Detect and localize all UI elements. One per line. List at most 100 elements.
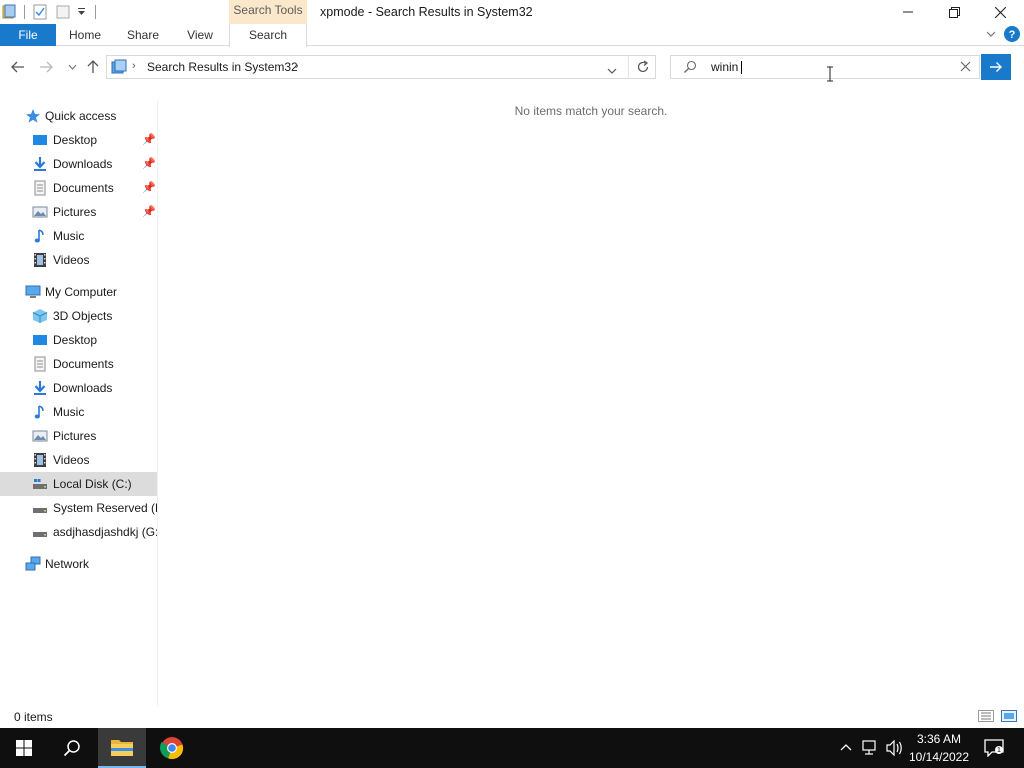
search-box[interactable]: winin [670, 55, 980, 79]
tab-view[interactable]: View [180, 24, 220, 46]
nav-qa-downloads[interactable]: Downloads 📌 [0, 152, 157, 176]
nav-quick-access[interactable]: Quick access [0, 104, 157, 128]
clock-time: 3:36 AM [916, 732, 962, 746]
pin-icon: 📌 [142, 182, 156, 194]
nav-pc-local-disk-c[interactable]: Local Disk (C:) [0, 472, 157, 496]
nav-item-label: Desktop [53, 333, 98, 347]
minimize-button[interactable] [885, 0, 931, 24]
nav-item-label: Documents [53, 181, 114, 195]
up-button[interactable] [83, 57, 103, 77]
svg-text:?: ? [1009, 29, 1016, 41]
show-hidden-icons-chevron-icon[interactable] [839, 741, 853, 755]
nav-qa-music[interactable]: Music [0, 224, 157, 248]
computer-icon [25, 284, 41, 300]
clear-search-icon[interactable] [960, 61, 971, 75]
details-view-icon[interactable] [978, 710, 994, 725]
nav-qa-videos[interactable]: Videos [0, 248, 157, 272]
properties-icon[interactable] [33, 3, 47, 21]
taskbar: 3:36 AM 10/14/2022 1 [0, 728, 1024, 768]
3d-objects-icon [32, 308, 48, 324]
start-button[interactable] [0, 728, 48, 768]
address-bar[interactable]: › Search Results in System32 › [106, 55, 656, 79]
downloads-icon [32, 156, 48, 172]
nav-qa-documents[interactable]: Documents 📌 [0, 176, 157, 200]
search-input[interactable]: winin [711, 56, 738, 79]
nav-my-computer[interactable]: My Computer [0, 280, 157, 304]
search-icon [683, 60, 697, 77]
nav-my-computer-label: My Computer [45, 285, 118, 299]
expand-ribbon-icon[interactable] [985, 28, 997, 43]
forward-button[interactable] [36, 57, 56, 77]
nav-pc-system-reserved[interactable]: System Reserved (E: [0, 496, 157, 520]
nav-pc-music[interactable]: Music [0, 400, 157, 424]
taskbar-file-explorer[interactable] [98, 728, 146, 768]
taskbar-clock[interactable]: 3:36 AM 10/14/2022 [904, 730, 974, 766]
breadcrumb-chevron-icon[interactable]: › [295, 60, 299, 72]
empty-results-message: No items match your search. [514, 104, 668, 118]
ribbon-tab-bar: File Home Share View Search ? [0, 24, 1024, 47]
action-center-icon[interactable]: 1 [984, 739, 1004, 760]
videos-icon [32, 452, 48, 468]
tab-search[interactable]: Search [229, 24, 307, 47]
pin-icon: 📌 [142, 206, 156, 218]
network-icon [25, 556, 41, 572]
recent-locations-button[interactable] [62, 57, 82, 77]
nav-qa-desktop[interactable]: Desktop 📌 [0, 128, 157, 152]
drive-icon [32, 476, 48, 492]
address-dropdown-icon[interactable] [607, 64, 617, 78]
documents-icon [32, 180, 48, 196]
nav-pc-drive-g[interactable]: asdjhasdjashdkj (G:) [0, 520, 157, 544]
network-tray-icon[interactable] [862, 740, 880, 759]
nav-pc-3d-objects[interactable]: 3D Objects [0, 304, 157, 328]
star-icon [25, 108, 41, 124]
item-count: 0 items [14, 710, 53, 724]
tab-file[interactable]: File [0, 24, 56, 46]
taskbar-search-button[interactable] [48, 728, 96, 768]
nav-item-label: Music [53, 405, 85, 419]
search-go-button[interactable] [981, 54, 1011, 80]
customize-qat-icon[interactable] [77, 3, 86, 21]
explorer-app-icon[interactable] [2, 3, 16, 21]
large-icons-view-icon[interactable] [1001, 710, 1017, 725]
desktop-icon [32, 332, 48, 348]
text-caret [741, 61, 742, 74]
status-bar: 0 items [0, 706, 1024, 728]
search-tools-context-label: Search Tools [229, 0, 307, 24]
nav-pc-downloads[interactable]: Downloads [0, 376, 157, 400]
nav-pc-videos[interactable]: Videos [0, 448, 157, 472]
restore-button[interactable] [931, 0, 977, 24]
nav-item-label: Local Disk (C:) [53, 477, 132, 491]
nav-pc-documents[interactable]: Documents [0, 352, 157, 376]
nav-item-label: Documents [53, 357, 114, 371]
clock-date: 10/14/2022 [908, 750, 970, 764]
tab-share[interactable]: Share [122, 24, 164, 46]
nav-item-label: Pictures [53, 429, 97, 443]
nav-qa-pictures[interactable]: Pictures 📌 [0, 200, 157, 224]
nav-item-label: Videos [53, 453, 90, 467]
help-icon[interactable]: ? [1004, 26, 1020, 45]
downloads-icon [32, 380, 48, 396]
refresh-icon[interactable] [636, 60, 650, 77]
tab-home[interactable]: Home [64, 24, 106, 46]
close-button[interactable] [977, 0, 1023, 24]
nav-item-label: Videos [53, 253, 90, 267]
taskbar-chrome[interactable] [148, 728, 196, 768]
nav-network[interactable]: Network [0, 552, 157, 576]
pictures-icon [32, 428, 48, 444]
pin-icon: 📌 [142, 134, 156, 146]
nav-item-label: Music [53, 229, 85, 243]
nav-pc-pictures[interactable]: Pictures [0, 424, 157, 448]
new-folder-icon[interactable] [56, 3, 70, 21]
music-icon [32, 404, 48, 420]
nav-pc-desktop[interactable]: Desktop [0, 328, 157, 352]
breadcrumb-search-results[interactable]: Search Results in System32 [147, 56, 298, 78]
pictures-icon [32, 204, 48, 220]
pane-divider[interactable] [157, 100, 158, 706]
drive-icon [32, 524, 48, 540]
svg-text:1: 1 [997, 747, 1001, 754]
back-button[interactable] [8, 57, 28, 77]
title-bar: Search Tools xpmode - Search Results in … [0, 0, 1024, 24]
nav-quick-access-label: Quick access [45, 109, 117, 123]
volume-icon[interactable] [886, 739, 904, 759]
breadcrumb-separator-icon[interactable]: › [132, 60, 136, 72]
